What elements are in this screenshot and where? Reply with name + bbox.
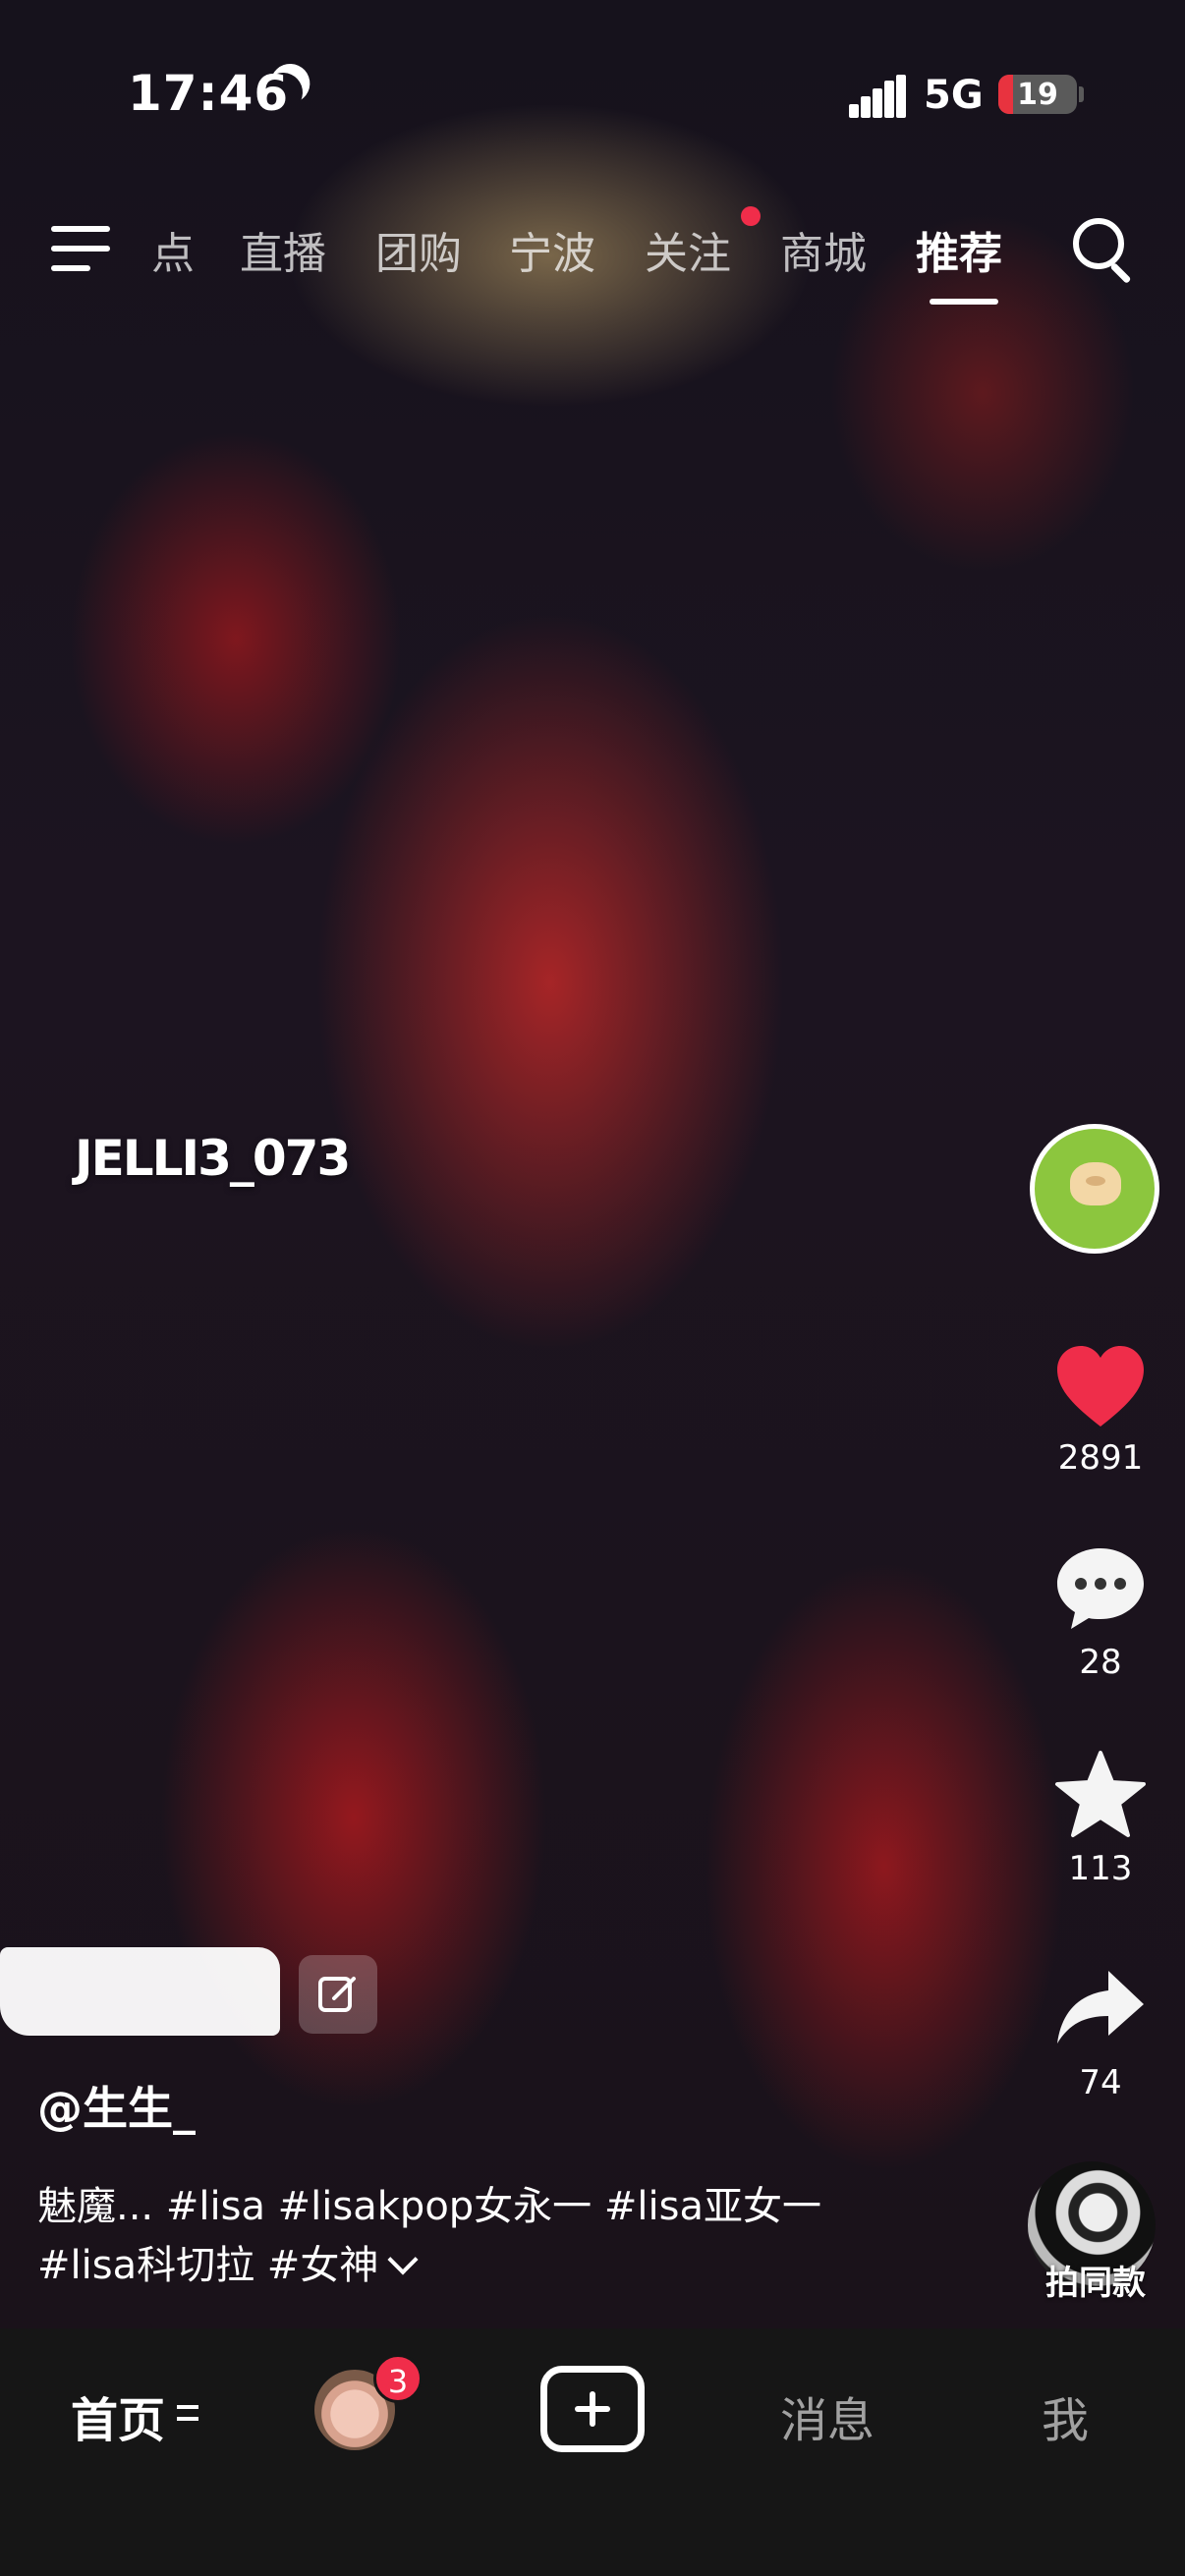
friends-badge: 3 bbox=[373, 2354, 423, 2403]
edit-icon bbox=[318, 1977, 356, 2012]
signal-icon bbox=[849, 75, 906, 118]
battery-cap bbox=[1079, 86, 1084, 102]
share-arrow-icon bbox=[1057, 1971, 1144, 2044]
network-type: 5G bbox=[924, 73, 984, 118]
chevron-down-icon[interactable] bbox=[387, 2244, 419, 2275]
comment-button[interactable]: 28 bbox=[1022, 1544, 1179, 1682]
tab-recommended[interactable]: 推荐 bbox=[916, 218, 1002, 281]
tab-home[interactable]: 首页 bbox=[71, 2381, 165, 2450]
tab-mall[interactable]: 商城 bbox=[780, 218, 867, 281]
tab-nearby[interactable]: 点 bbox=[151, 218, 195, 281]
same-style-label[interactable]: 拍同款 bbox=[1022, 2256, 1169, 2304]
status-bar: 17:46 5G 19 bbox=[0, 0, 1185, 187]
caption-line-2: #lisa科切拉 #女神 bbox=[37, 2236, 882, 2295]
tab-city[interactable]: 宁波 bbox=[509, 218, 595, 281]
star-icon bbox=[1055, 1751, 1146, 1837]
tab-group-buy[interactable]: 团购 bbox=[375, 218, 462, 281]
post-caption[interactable]: 魅魔... #lisa #lisakpop女永一 #lisa亚女一 #lisa科… bbox=[37, 2177, 882, 2295]
redacted-overlay bbox=[0, 1947, 280, 2036]
share-button[interactable]: 74 bbox=[1022, 1965, 1179, 2102]
heart-icon bbox=[1057, 1346, 1144, 1427]
tab-following[interactable]: 关注 bbox=[645, 218, 731, 281]
menu-icon[interactable] bbox=[51, 226, 110, 273]
caption-line-1: 魅魔... #lisa #lisakpop女永一 #lisa亚女一 bbox=[37, 2184, 821, 2229]
create-post-button[interactable] bbox=[540, 2366, 645, 2452]
top-nav: 点 直播 团购 宁波 关注 商城 推荐 bbox=[0, 196, 1185, 314]
author-name[interactable]: @生生_ bbox=[37, 2073, 196, 2138]
tab-messages[interactable]: 消息 bbox=[780, 2381, 875, 2450]
edit-button[interactable] bbox=[299, 1955, 377, 2034]
comment-count: 28 bbox=[1079, 1643, 1122, 1682]
following-notification-dot bbox=[741, 206, 761, 226]
favorite-count: 113 bbox=[1068, 1849, 1133, 1888]
search-icon[interactable] bbox=[1073, 218, 1136, 284]
battery-icon: 19 bbox=[998, 75, 1077, 114]
tab-me[interactable]: 我 bbox=[1042, 2381, 1089, 2450]
comment-icon bbox=[1057, 1548, 1144, 1629]
like-count: 2891 bbox=[1057, 1438, 1144, 1478]
favorite-button[interactable]: 113 bbox=[1022, 1749, 1179, 1888]
caption-line-2-text: #lisa科切拉 #女神 bbox=[37, 2243, 379, 2288]
share-count: 74 bbox=[1079, 2063, 1122, 2102]
bottom-nav: 首页 3 消息 我 bbox=[0, 2328, 1185, 2576]
author-avatar[interactable] bbox=[1030, 1124, 1159, 1254]
like-button[interactable]: 2891 bbox=[1022, 1344, 1179, 1478]
battery-percent: 19 bbox=[1017, 78, 1058, 112]
video-watermark: JELLI3_073 bbox=[75, 1130, 351, 1187]
swap-icon bbox=[177, 2405, 198, 2425]
hamster-avatar-icon bbox=[1070, 1162, 1121, 1205]
tab-live[interactable]: 直播 bbox=[240, 218, 326, 281]
active-tab-indicator bbox=[930, 299, 998, 305]
